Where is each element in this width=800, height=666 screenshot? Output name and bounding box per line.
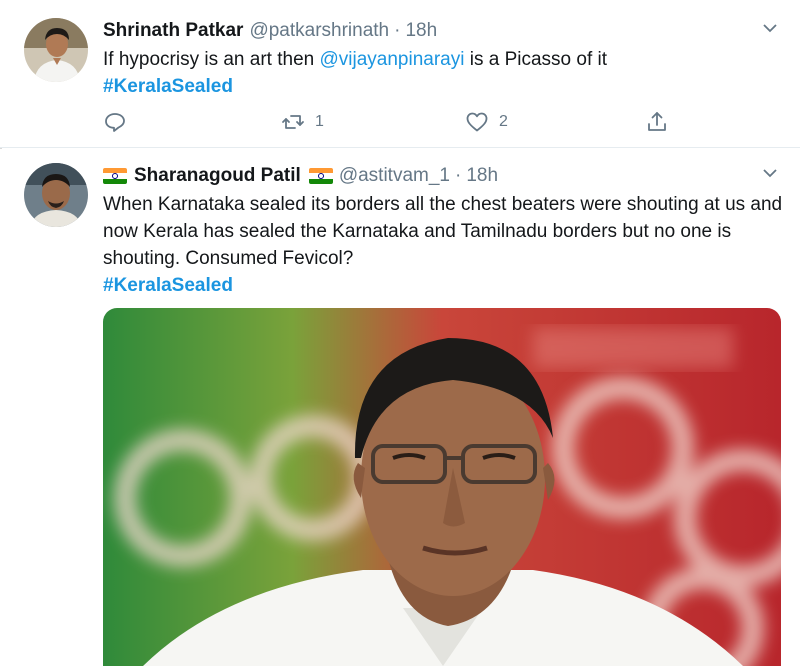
tweet-header: Shrinath Patkar @patkarshrinath · 18h: [103, 19, 437, 43]
timestamp[interactable]: 18h: [466, 165, 498, 187]
tweet-header: Sharanagoud Patil @astitvam_1 · 18h: [103, 164, 498, 188]
retweet-count: 1: [315, 113, 324, 130]
india-flag-icon: [103, 168, 127, 184]
share-icon: [648, 112, 666, 131]
retweet-icon: [282, 115, 304, 129]
author-handle[interactable]: @patkarshrinath: [249, 20, 389, 42]
chevron-down-icon[interactable]: [762, 20, 778, 36]
author-name[interactable]: Sharanagoud Patil: [134, 165, 301, 187]
tweet-text-part: If hypocrisy is an art then: [103, 49, 320, 70]
avatar[interactable]: [24, 18, 88, 82]
tweet-card[interactable]: Shrinath Patkar @patkarshrinath · 18h If…: [0, 0, 800, 148]
reply-icon: [105, 113, 125, 132]
tweet-photo[interactable]: [103, 308, 781, 666]
tweet-card[interactable]: Sharanagoud Patil @astitvam_1 · 18h When…: [0, 149, 800, 666]
tweet-actions: 1 2: [103, 108, 683, 136]
author-handle[interactable]: @astitvam_1: [339, 165, 450, 187]
author-name[interactable]: Shrinath Patkar: [103, 20, 243, 42]
tweet-text-part: When Karnataka sealed its borders all th…: [103, 194, 783, 269]
mention-link[interactable]: @vijayanpinarayi: [320, 49, 465, 70]
tweet-text: When Karnataka sealed its borders all th…: [103, 191, 788, 299]
hashtag-link[interactable]: #KeralaSealed: [103, 275, 233, 296]
like-button[interactable]: 2: [465, 108, 508, 136]
avatar[interactable]: [24, 163, 88, 227]
chevron-down-icon[interactable]: [762, 165, 778, 181]
separator-dot: ·: [454, 165, 462, 186]
reply-button[interactable]: [103, 108, 127, 136]
hashtag-link[interactable]: #KeralaSealed: [103, 76, 233, 97]
tweet-text: If hypocrisy is an art then @vijayanpina…: [103, 46, 788, 100]
timestamp[interactable]: 18h: [405, 20, 437, 42]
retweet-button[interactable]: 1: [281, 108, 324, 136]
india-flag-icon: [308, 168, 333, 184]
tweet-text-part: is a Picasso of it: [464, 49, 608, 70]
like-count: 2: [499, 113, 508, 130]
share-button[interactable]: [645, 108, 669, 136]
heart-icon: [466, 112, 488, 132]
separator-dot: ·: [394, 20, 401, 41]
